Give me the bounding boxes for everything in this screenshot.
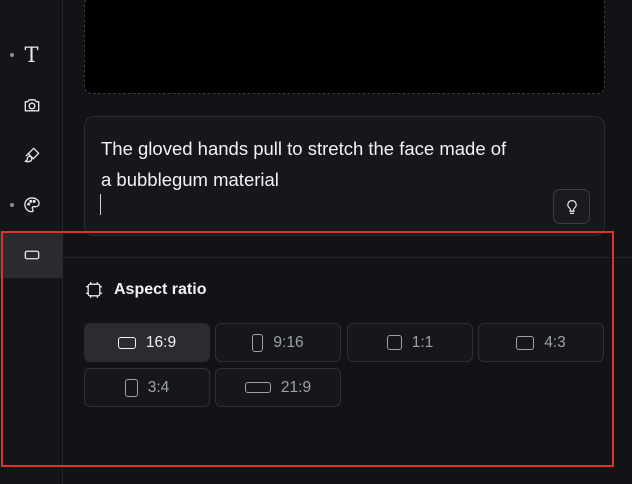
text-cursor <box>100 194 101 215</box>
aspect-option-label: 9:16 <box>273 333 304 351</box>
toolbar-item-aspect-ratio[interactable] <box>0 232 63 278</box>
aspect-option-21-9[interactable]: 21:9 <box>215 368 341 407</box>
prompt-line-2: a bubblegum material <box>101 169 279 190</box>
portrait-rect-icon <box>252 333 264 352</box>
toolbar-item-palette[interactable] <box>0 182 63 228</box>
toolbar-item-camera[interactable] <box>0 82 63 128</box>
camera-icon <box>24 99 39 112</box>
portrait-rect-icon <box>124 378 138 397</box>
aspect-option-label: 16:9 <box>145 333 177 351</box>
toolbar-item-text[interactable]: T <box>0 32 63 78</box>
landscape-rect-icon <box>117 336 136 349</box>
aspect-option-4-3[interactable]: 4:3 <box>478 323 604 362</box>
app: T The gloved hands pull to stretch the f… <box>0 0 632 484</box>
lightbulb-icon <box>566 199 577 214</box>
video-preview <box>84 0 605 94</box>
aspect-option-1-1[interactable]: 1:1 <box>347 323 473 362</box>
aspect-option-9-16[interactable]: 9:16 <box>215 323 341 362</box>
palette-icon <box>23 197 40 213</box>
landscape-rect-icon <box>516 335 535 350</box>
aspect-option-label: 4:3 <box>544 333 566 351</box>
aspect-ratio-title: Aspect ratio <box>114 281 207 298</box>
indicator-dot <box>10 53 14 57</box>
prompt-ideas-button[interactable] <box>553 189 590 224</box>
prompt-text: The gloved hands pull to stretch the fac… <box>101 133 561 195</box>
text-icon: T <box>24 42 39 67</box>
square-icon <box>386 335 402 350</box>
aspect-option-3-4[interactable]: 3:4 <box>84 368 210 407</box>
aspect-option-label: 3:4 <box>147 378 170 396</box>
wide-rect-icon <box>244 382 271 393</box>
section-divider <box>63 257 632 258</box>
aspect-ratio-icon <box>24 250 39 260</box>
aspect-option-label: 1:1 <box>411 333 434 351</box>
left-toolbar: T <box>0 0 63 484</box>
aspect-ratio-header: Aspect ratio <box>84 279 206 301</box>
aspect-option-16-9[interactable]: 16:9 <box>84 323 210 362</box>
aspect-option-label: 21:9 <box>280 378 312 396</box>
brush-icon <box>24 147 39 163</box>
prompt-textarea[interactable]: The gloved hands pull to stretch the fac… <box>84 116 605 236</box>
prompt-line-1: The gloved hands pull to stretch the fac… <box>101 138 507 159</box>
toolbar-item-brush[interactable] <box>0 132 63 178</box>
indicator-dot <box>10 203 14 207</box>
crop-frame-icon <box>86 282 102 298</box>
